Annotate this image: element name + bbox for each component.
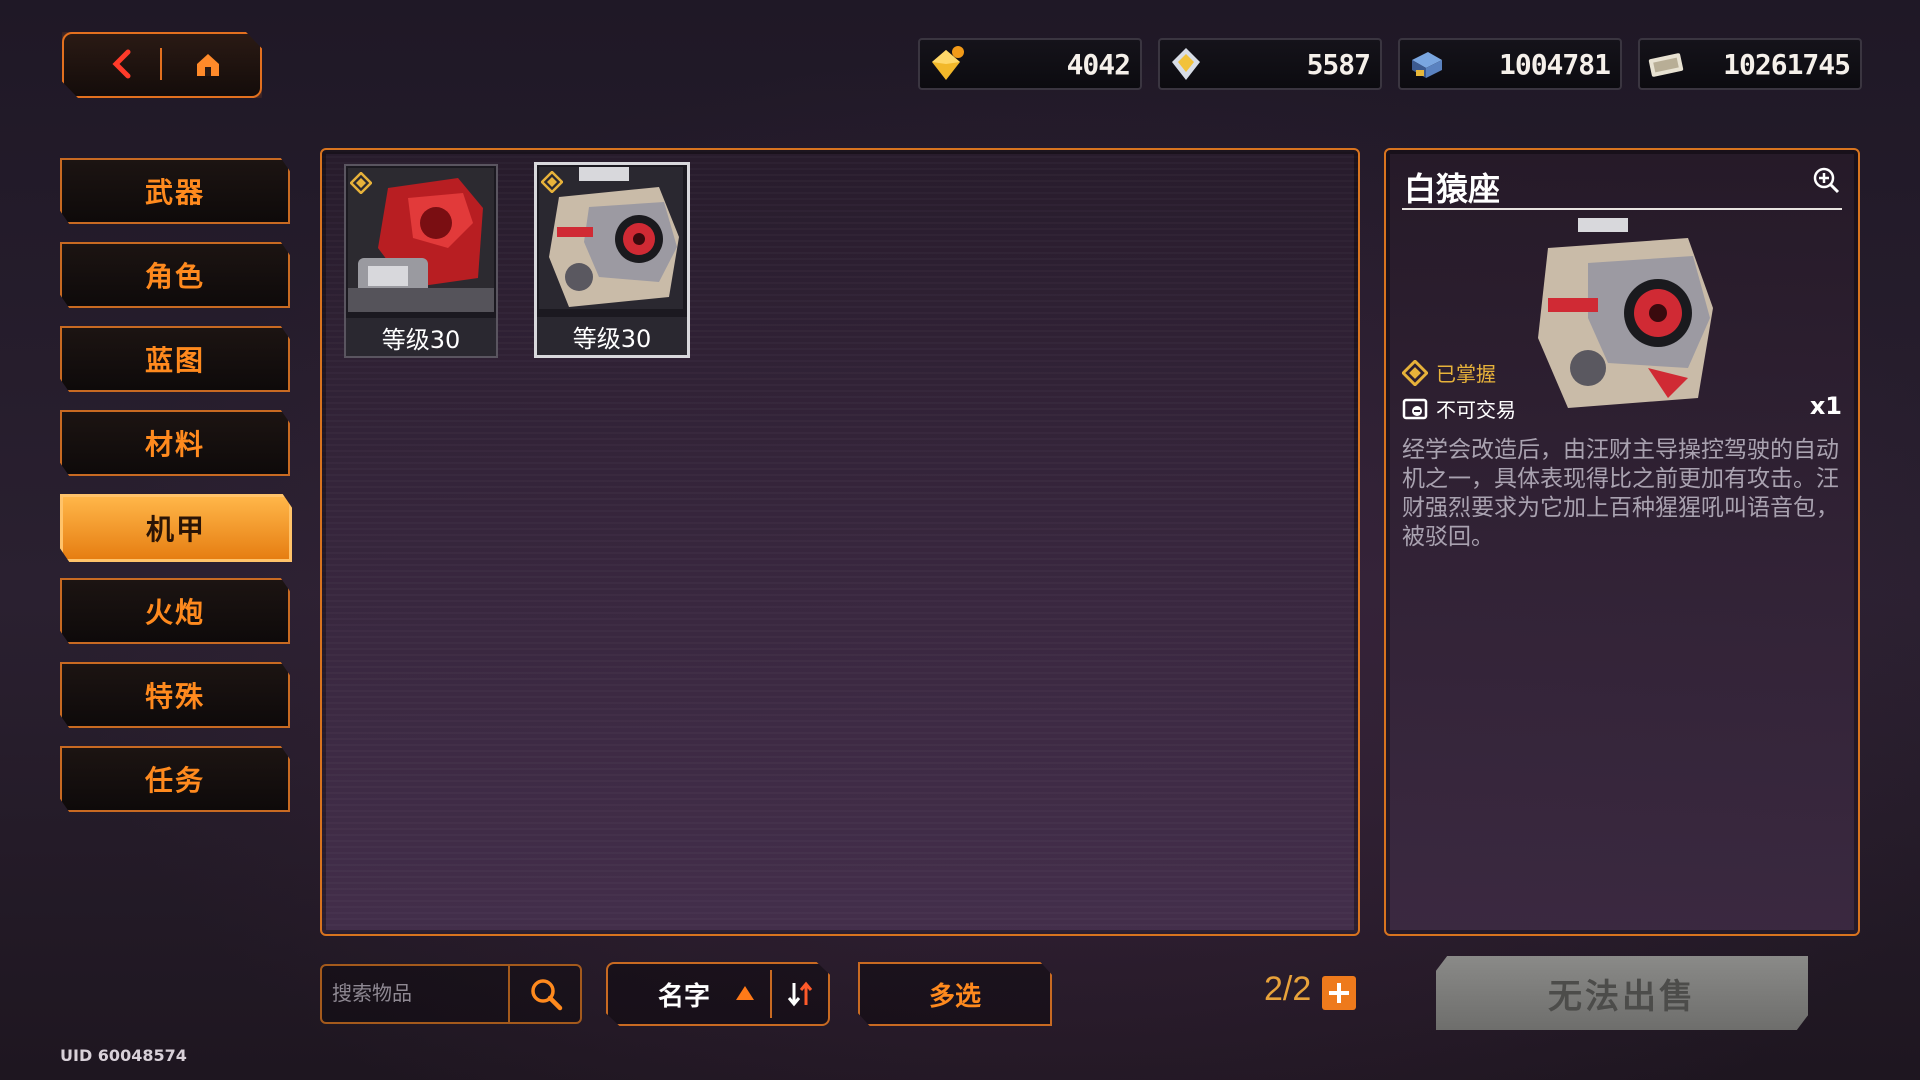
- user-id: UID 60048574: [60, 1046, 187, 1065]
- item-level: 等级30: [537, 317, 687, 355]
- coin-stack-icon: [1412, 52, 1442, 78]
- currency-banknote: 10261745: [1638, 38, 1862, 90]
- currency-gold-gem: 4042: [918, 38, 1142, 90]
- sidebar-item-mecha[interactable]: 机甲: [60, 494, 292, 562]
- sidebar-item-materials[interactable]: 材料: [60, 410, 290, 476]
- mastery-badge-icon: [1402, 359, 1428, 386]
- home-icon: [197, 54, 219, 76]
- zoom-in-icon[interactable]: [1812, 166, 1840, 194]
- item-count: 2/2: [1264, 970, 1312, 1008]
- inventory-item[interactable]: 等级30: [344, 164, 498, 358]
- search-icon: [531, 979, 563, 1011]
- item-description: 经学会改造后，由汪财主导操控驾驶的自动机之一，具体表现得比之前更加有攻击。汪财强…: [1402, 437, 1839, 550]
- sidebar-item-weapons[interactable]: 武器: [60, 158, 290, 224]
- mastery-badge-icon: [350, 172, 372, 194]
- search-button[interactable]: [518, 974, 574, 1014]
- sidebar-item-quests[interactable]: 任务: [60, 746, 290, 812]
- silver-gem-icon: [1172, 48, 1200, 80]
- search-box: [320, 964, 582, 1024]
- nav-box: [62, 32, 262, 98]
- cannot-sell-button[interactable]: 无法出售: [1436, 956, 1808, 1030]
- currency-value: 1004781: [1498, 48, 1611, 81]
- multi-select-button[interactable]: 多选: [858, 962, 1052, 1026]
- mastery-status: 已掌握: [1402, 358, 1496, 387]
- item-title: 白猿座: [1404, 170, 1501, 208]
- home-button[interactable]: [180, 46, 236, 82]
- sort-order-icon: [787, 981, 813, 1007]
- title-divider: [1402, 208, 1842, 210]
- search-input[interactable]: [330, 974, 514, 1014]
- chevron-left-icon: [112, 49, 131, 79]
- no-trade-icon: [1402, 398, 1428, 419]
- sidebar-item-blueprints[interactable]: 蓝图: [60, 326, 290, 392]
- expand-capacity-button[interactable]: [1322, 976, 1356, 1010]
- sidebar-item-artillery[interactable]: 火炮: [60, 578, 290, 644]
- currency-coin-stack: 1004781: [1398, 38, 1622, 90]
- sort-order-button[interactable]: [778, 974, 822, 1014]
- inventory-item-selected[interactable]: 等级30: [534, 162, 690, 358]
- sort-control: 名字: [606, 962, 830, 1026]
- item-quantity: x1: [1809, 392, 1842, 420]
- item-detail-panel: 白猿座 已掌握 不可交易 x1 经学会改造后，由汪财主导操控驾驶的自动机之一，具…: [1384, 148, 1860, 936]
- back-button[interactable]: [94, 46, 150, 82]
- mastery-badge-icon: [541, 171, 563, 193]
- sidebar-item-special[interactable]: 特殊: [60, 662, 290, 728]
- item-level: 等级30: [346, 318, 496, 356]
- sort-by-name-button[interactable]: 名字: [658, 976, 710, 1013]
- banknote-icon: [1648, 53, 1684, 77]
- item-portrait: [1528, 218, 1718, 408]
- mastery-label: 已掌握: [1436, 362, 1496, 386]
- sort-divider: [770, 970, 772, 1018]
- inventory-panel: 等级30 等级30: [320, 148, 1360, 936]
- search-divider: [508, 966, 510, 1022]
- gold-gem-icon: [932, 46, 964, 80]
- currency-value: 4042: [1066, 48, 1131, 81]
- trade-label: 不可交易: [1436, 398, 1516, 422]
- currency-silver-gem: 5587: [1158, 38, 1382, 90]
- sort-ascending-icon: [736, 986, 754, 1000]
- currency-value: 5587: [1306, 48, 1371, 81]
- nav-separator: [160, 48, 162, 80]
- trade-status: 不可交易: [1402, 394, 1516, 423]
- currency-value: 10261745: [1723, 48, 1851, 81]
- sidebar-item-characters[interactable]: 角色: [60, 242, 290, 308]
